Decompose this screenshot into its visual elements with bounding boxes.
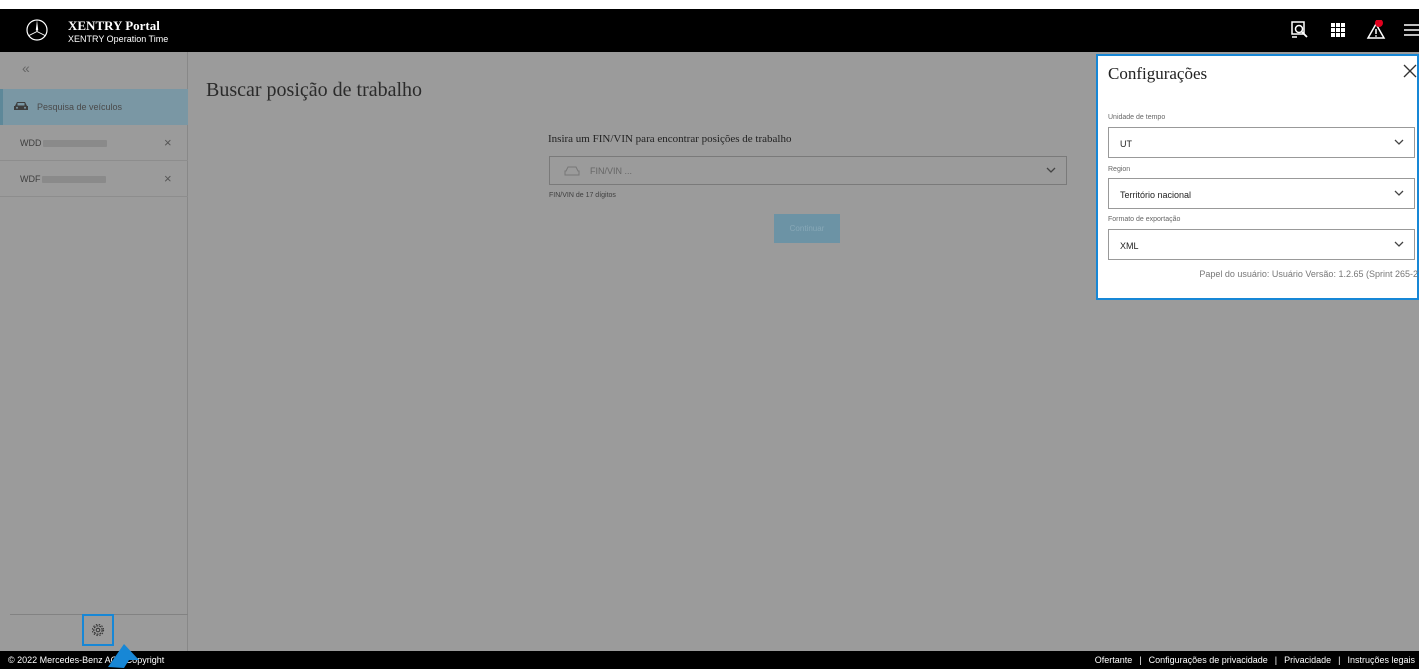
footer-link-ofertante[interactable]: Ofertante [1095, 655, 1133, 665]
settings-title: Configurações [1108, 64, 1208, 83]
vin-label: WDD [20, 138, 107, 148]
redacted-vin [41, 176, 106, 184]
footer-separator: | [1274, 655, 1278, 665]
vin-input[interactable]: FIN/VIN ... [549, 156, 1067, 185]
sidebar-vin-item[interactable]: WDD × [0, 125, 188, 161]
footer-separator: | [1338, 655, 1341, 665]
region-select[interactable]: Território nacional [1108, 178, 1415, 209]
sidebar-item-vehicle-search[interactable]: Pesquisa de veículos [0, 89, 188, 125]
chevron-down-icon [1394, 139, 1404, 145]
car-icon [564, 166, 580, 176]
car-icon [14, 102, 28, 110]
region-label: Region [1108, 166, 1131, 173]
pointer-cursor-icon [108, 644, 139, 668]
sidebar: « Pesquisa de veículos WDD × WDF × [0, 52, 188, 651]
menu-icon[interactable] [1401, 20, 1419, 40]
footer-link-legal[interactable]: Instruções legais [1347, 655, 1415, 665]
top-icons [1269, 20, 1419, 42]
vin-prompt: Insira um FIN/VIN para encontrar posiçõe… [548, 133, 792, 145]
region-value: Território nacional [1120, 190, 1192, 200]
page-title: Buscar posição de trabalho [206, 79, 423, 101]
close-vin-icon[interactable]: × [164, 135, 172, 150]
footer: © 2022 Mercedes-Benz AG - Copyright Ofer… [0, 651, 1419, 669]
footer-link-privacy[interactable]: Privacidade [1284, 655, 1331, 665]
redacted-vin [42, 140, 107, 148]
vin-label: WDF [20, 174, 106, 184]
chevron-down-icon [1394, 190, 1404, 196]
warning-notification-icon[interactable] [1366, 20, 1386, 40]
vin-hint: FIN/VIN de 17 dígitos [549, 192, 616, 199]
time-unit-label: Unidade de tempo [1108, 114, 1166, 121]
chevron-down-icon[interactable] [1046, 167, 1056, 174]
settings-panel: Configurações Unidade de tempo UT Region… [1096, 54, 1419, 300]
top-bar: XENTRY Portal XENTRY Operation Time [0, 9, 1419, 52]
sidebar-vin-item[interactable]: WDF × [0, 161, 188, 197]
time-unit-select[interactable]: UT [1108, 127, 1415, 158]
close-vin-icon[interactable]: × [164, 171, 172, 186]
continue-button[interactable]: Continuar [774, 214, 840, 243]
export-format-label: Formato de exportação [1108, 216, 1181, 223]
brand-subtitle: XENTRY Operation Time [68, 34, 169, 44]
time-unit-value: UT [1120, 139, 1132, 149]
footer-links: Ofertante | Configurações de privacidade | P… [1095, 655, 1415, 665]
vin-placeholder: FIN/VIN ... [590, 166, 633, 176]
sidebar-item-label: Pesquisa de veículos [37, 102, 123, 112]
notification-dot [1375, 20, 1383, 27]
brand-title: XENTRY Portal [68, 18, 160, 33]
vehicle-scan-icon[interactable] [1290, 20, 1310, 40]
chevron-down-icon [1394, 241, 1404, 247]
footer-link-privacy-settings[interactable]: Configurações de privacidade [1149, 655, 1268, 665]
footer-separator: | [1139, 655, 1142, 665]
user-role-version: Papel do usuário: Usuário Versão: 1.2.65… [1199, 269, 1419, 279]
export-format-value: XML [1120, 241, 1139, 251]
collapse-sidebar-button[interactable]: « [22, 60, 30, 76]
gear-icon [91, 623, 105, 637]
close-icon[interactable] [1403, 64, 1417, 78]
apps-grid-icon[interactable] [1328, 20, 1348, 40]
mercedes-star-logo[interactable] [26, 19, 48, 41]
export-format-select[interactable]: XML [1108, 229, 1415, 260]
